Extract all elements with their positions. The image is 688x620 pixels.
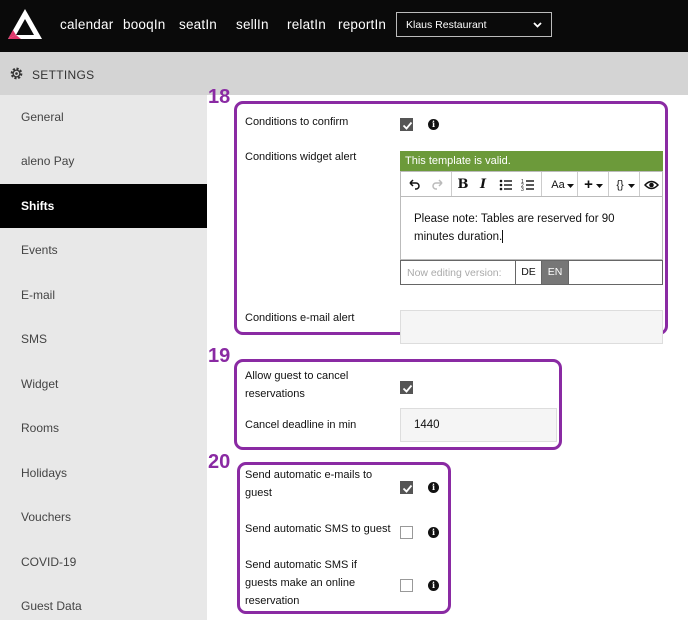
gear-icon: [10, 67, 23, 80]
sidebar-item-shifts[interactable]: Shifts: [0, 184, 207, 228]
email-alert-label: Conditions e-mail alert: [245, 312, 355, 324]
toolbar-separator: [451, 172, 452, 196]
sidebar-item-label: Guest Data: [21, 599, 82, 613]
nav-relatin[interactable]: relatIn: [287, 17, 326, 32]
toolbar-separator: [577, 172, 578, 196]
auto-sms-checkbox[interactable]: [400, 526, 413, 539]
step-number-18: 18: [208, 86, 231, 108]
sidebar-item-rooms[interactable]: Rooms: [0, 406, 207, 450]
font-size-button[interactable]: Aa: [547, 176, 569, 194]
sidebar-item-label: aleno Pay: [21, 154, 75, 168]
toolbar-separator: [541, 172, 542, 196]
settings-header: SETTINGS: [0, 52, 688, 95]
sidebar-item-sms[interactable]: SMS: [0, 317, 207, 361]
caret-down-icon: [567, 184, 574, 188]
editor-toolbar: B I 123 Aa + {}: [400, 171, 663, 197]
chevron-down-icon: [533, 22, 542, 28]
nav-seatin[interactable]: seatIn: [179, 17, 217, 32]
variables-button[interactable]: {}: [614, 176, 626, 194]
template-valid-banner: This template is valid.: [400, 151, 663, 171]
version-en-button[interactable]: EN: [542, 261, 569, 284]
sidebar-item-label: Holidays: [21, 466, 68, 480]
sidebar-item-label: Events: [21, 243, 58, 257]
auto-email-label-line-1: Send automatic e-mails to: [245, 469, 373, 481]
sidebar-item-aleno-pay[interactable]: aleno Pay: [0, 139, 207, 183]
auto-email-label-line-2: guest: [245, 487, 272, 499]
preview-eye-icon[interactable]: [644, 176, 659, 194]
info-icon[interactable]: i: [428, 527, 439, 538]
sidebar-item-covid-19[interactable]: COVID-19: [0, 540, 207, 584]
sidebar-item-events[interactable]: Events: [0, 228, 207, 272]
allow-cancel-label-line-1: Allow guest to cancel: [245, 370, 349, 382]
info-icon[interactable]: i: [428, 482, 439, 493]
cancel-deadline-label: Cancel deadline in min: [245, 419, 357, 431]
sidebar-item-widget[interactable]: Widget: [0, 362, 207, 406]
auto-sms-online-checkbox[interactable]: [400, 579, 413, 592]
email-alert-field[interactable]: [400, 310, 663, 344]
sidebar-item-label: E-mail: [21, 288, 56, 302]
toolbar-separator: [608, 172, 609, 196]
conditions-confirm-checkbox[interactable]: [400, 118, 413, 131]
sidebar-item-label: Widget: [21, 377, 59, 391]
undo-icon[interactable]: [407, 176, 421, 194]
cancel-deadline-input[interactable]: 1440: [400, 408, 557, 442]
auto-sms-online-label-line-1: Send automatic SMS if: [245, 559, 357, 571]
sidebar-item-label: Rooms: [21, 421, 60, 435]
bullet-list-icon[interactable]: [499, 176, 513, 194]
sidebar-item-general[interactable]: General: [0, 95, 207, 139]
text-cursor: [502, 230, 504, 244]
allow-cancel-label-line-2: reservations: [245, 388, 305, 400]
caret-down-icon: [628, 184, 635, 188]
toolbar-separator: [639, 172, 640, 196]
info-icon[interactable]: i: [428, 119, 439, 130]
sidebar-item-email[interactable]: E-mail: [0, 273, 207, 317]
allow-cancel-checkbox[interactable]: [400, 381, 413, 394]
redo-icon[interactable]: [431, 176, 445, 194]
settings-sidebar: General aleno Pay Shifts Events E-mail S…: [0, 95, 207, 620]
nav-booqin[interactable]: booqIn: [123, 17, 166, 32]
step-number-19: 19: [208, 345, 231, 367]
svg-text:3: 3: [521, 187, 524, 193]
widget-alert-editor-text: Please note: Tables are reserved for 90 …: [414, 213, 615, 243]
step-number-20: 20: [208, 451, 231, 473]
caret-down-icon: [596, 184, 603, 188]
version-label: Now editing version:: [407, 267, 502, 279]
sidebar-item-label: Shifts: [21, 199, 55, 213]
sidebar-item-holidays[interactable]: Holidays: [0, 451, 207, 495]
numbered-list-icon[interactable]: 123: [521, 176, 535, 194]
sidebar-item-label: General: [21, 110, 64, 124]
insert-button[interactable]: +: [582, 176, 595, 194]
version-selector: Now editing version: DE EN: [400, 260, 663, 285]
nav-calendar[interactable]: calendar: [60, 17, 113, 32]
auto-email-checkbox[interactable]: [400, 481, 413, 494]
nav-reportin[interactable]: reportIn: [338, 17, 386, 32]
widget-alert-editor[interactable]: Please note: Tables are reserved for 90 …: [400, 197, 663, 260]
restaurant-select[interactable]: Klaus Restaurant: [396, 12, 552, 37]
sidebar-item-label: SMS: [21, 332, 48, 346]
italic-button[interactable]: I: [478, 176, 488, 194]
info-icon[interactable]: i: [428, 580, 439, 591]
auto-sms-online-label-line-3: reservation: [245, 595, 300, 607]
sidebar-item-label: COVID-19: [21, 555, 77, 569]
sidebar-item-label: Vouchers: [21, 510, 72, 524]
nav-sellin[interactable]: sellIn: [236, 17, 269, 32]
widget-alert-label: Conditions widget alert: [245, 151, 357, 163]
sidebar-item-vouchers[interactable]: Vouchers: [0, 495, 207, 539]
restaurant-select-value: Klaus Restaurant: [406, 19, 487, 31]
auto-sms-online-label-line-2: guests make an online: [245, 577, 356, 589]
template-valid-message: This template is valid.: [405, 155, 511, 167]
sidebar-item-guest-data[interactable]: Guest Data: [0, 584, 207, 620]
top-navigation-bar: calendar booqIn seatIn sellIn relatIn re…: [0, 0, 688, 52]
version-de-button[interactable]: DE: [515, 261, 542, 284]
bold-button[interactable]: B: [457, 176, 469, 194]
auto-sms-label: Send automatic SMS to guest: [245, 523, 391, 535]
conditions-confirm-label: Conditions to confirm: [245, 116, 349, 128]
settings-title: SETTINGS: [32, 68, 95, 82]
aleno-logo-icon[interactable]: [7, 8, 43, 40]
